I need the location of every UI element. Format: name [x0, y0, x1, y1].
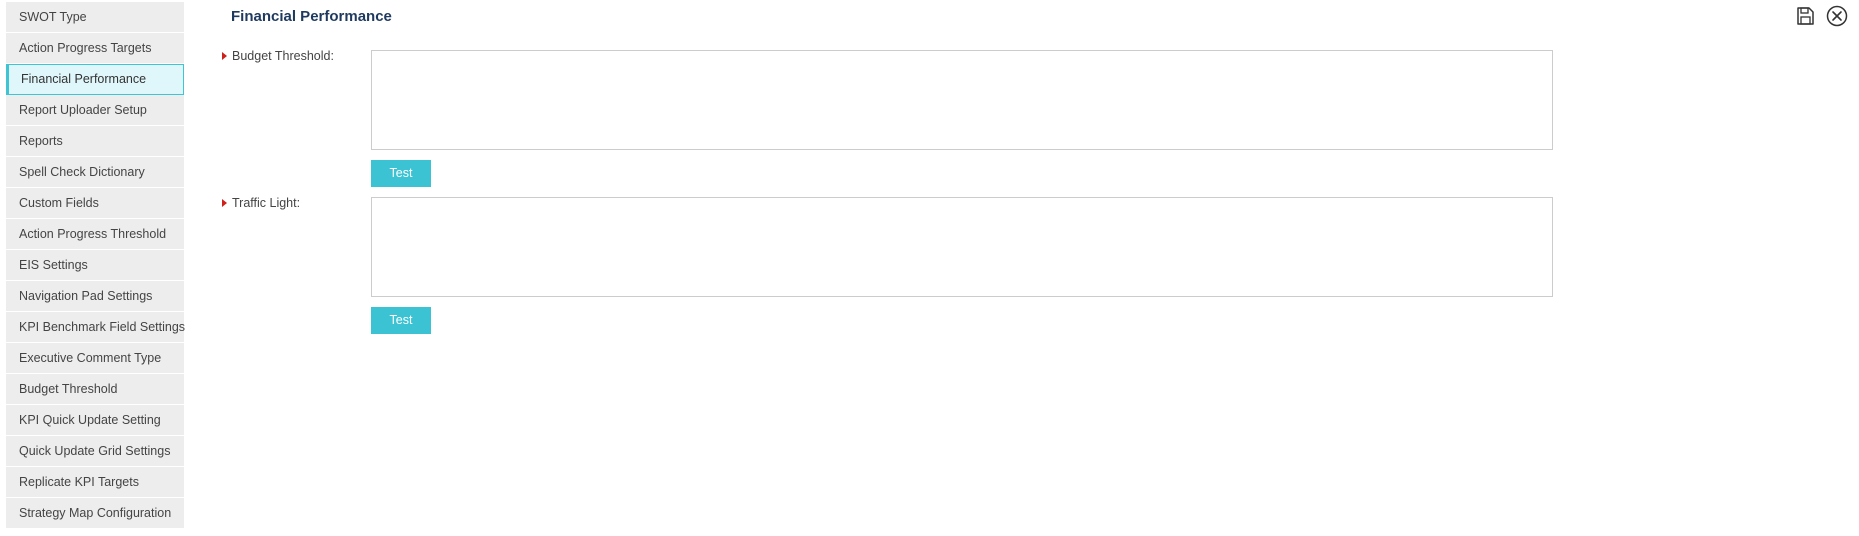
- traffic-light-label-text: Traffic Light:: [232, 196, 301, 210]
- sidebar-item-kpi-benchmark-field-settings[interactable]: KPI Benchmark Field Settings: [6, 312, 185, 343]
- sidebar-item-swot-type[interactable]: SWOT Type: [6, 2, 184, 33]
- sidebar-item-custom-fields[interactable]: Custom Fields: [6, 188, 184, 219]
- sidebar-item-quick-update-grid-settings[interactable]: Quick Update Grid Settings: [6, 436, 184, 467]
- sidebar-item-spell-check-dictionary[interactable]: Spell Check Dictionary: [6, 157, 184, 188]
- close-circle-icon[interactable]: [1826, 5, 1848, 27]
- budget-threshold-textarea[interactable]: [371, 50, 1553, 150]
- settings-sidebar: SWOT Type Action Progress Targets Financ…: [6, 2, 185, 529]
- sidebar-item-reports[interactable]: Reports: [6, 126, 184, 157]
- sidebar-item-budget-threshold[interactable]: Budget Threshold: [6, 374, 184, 405]
- required-arrow-icon: [222, 52, 227, 60]
- sidebar-item-kpi-quick-update-setting[interactable]: KPI Quick Update Setting: [6, 405, 184, 436]
- sidebar-item-report-uploader-setup[interactable]: Report Uploader Setup: [6, 95, 184, 126]
- budget-threshold-label-text: Budget Threshold:: [232, 49, 334, 63]
- sidebar-item-replicate-kpi-targets[interactable]: Replicate KPI Targets: [6, 467, 184, 498]
- traffic-light-textarea[interactable]: [371, 197, 1553, 297]
- page-title: Financial Performance: [231, 8, 392, 25]
- sidebar-item-strategy-map-configuration[interactable]: Strategy Map Configuration: [6, 498, 184, 529]
- sidebar-item-eis-settings[interactable]: EIS Settings: [6, 250, 184, 281]
- traffic-light-label: Traffic Light:: [222, 196, 300, 210]
- sidebar-item-navigation-pad-settings[interactable]: Navigation Pad Settings: [6, 281, 184, 312]
- traffic-light-test-button[interactable]: Test: [371, 307, 431, 334]
- sidebar-item-action-progress-targets[interactable]: Action Progress Targets: [6, 33, 184, 64]
- save-icon[interactable]: [1794, 5, 1816, 27]
- sidebar-item-financial-performance[interactable]: Financial Performance: [6, 64, 184, 95]
- sidebar-item-executive-comment-type[interactable]: Executive Comment Type: [6, 343, 184, 374]
- required-arrow-icon: [222, 199, 227, 207]
- budget-threshold-test-button[interactable]: Test: [371, 160, 431, 187]
- budget-threshold-label: Budget Threshold:: [222, 49, 334, 63]
- sidebar-item-action-progress-threshold[interactable]: Action Progress Threshold: [6, 219, 184, 250]
